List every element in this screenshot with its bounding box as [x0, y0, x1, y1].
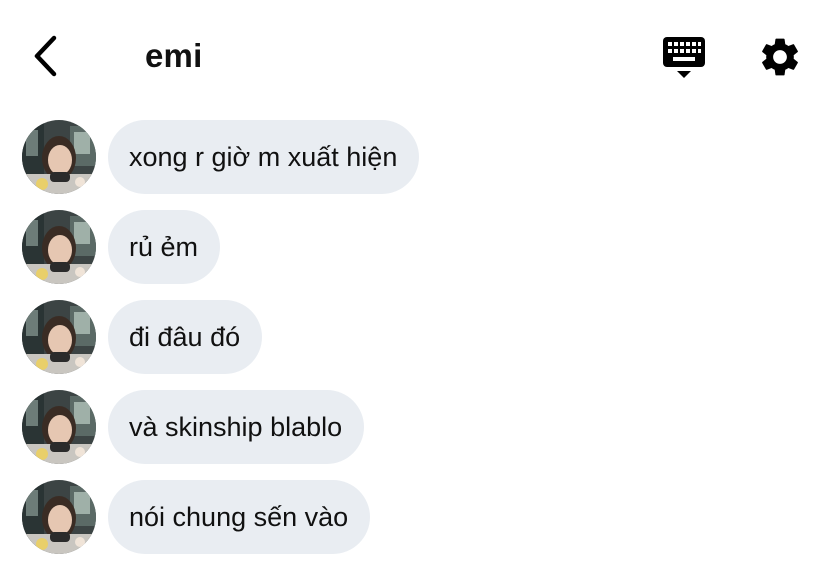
chevron-left-icon [34, 35, 57, 77]
avatar-photo [22, 480, 96, 554]
message-row: rủ ẻm [22, 209, 221, 285]
avatar[interactable] [22, 120, 96, 194]
message-bubble[interactable]: rủ ẻm [108, 210, 221, 284]
chat-title: emi [145, 37, 203, 74]
avatar-photo [22, 300, 96, 374]
message-row: nói chung sến vào [22, 479, 371, 555]
avatar-photo [22, 120, 96, 194]
avatar[interactable] [22, 210, 96, 284]
message-text: và skinship blablo [129, 412, 343, 442]
message-text: đi đâu đó [129, 322, 241, 352]
back-button[interactable] [22, 32, 68, 80]
message-text: xong r giờ m xuất hiện [129, 142, 398, 172]
message-bubble[interactable]: nói chung sến vào [108, 480, 371, 554]
message-text: rủ ẻm [129, 232, 199, 262]
avatar[interactable] [22, 480, 96, 554]
settings-button[interactable] [757, 34, 803, 80]
message-text: nói chung sến vào [129, 502, 349, 532]
chat-header: emi [0, 0, 828, 112]
chat-screen: emi xong r giờ m xuất hiện rủ ẻm đi đâu … [0, 0, 828, 574]
keyboard-button[interactable] [660, 34, 708, 82]
message-bubble[interactable]: xong r giờ m xuất hiện [108, 120, 420, 194]
gear-icon [762, 38, 798, 76]
avatar[interactable] [22, 300, 96, 374]
keyboard-icon [663, 37, 705, 78]
avatar-photo [22, 210, 96, 284]
avatar-photo [22, 390, 96, 464]
message-row: đi đâu đó [22, 299, 263, 375]
message-bubble[interactable]: đi đâu đó [108, 300, 263, 374]
message-row: xong r giờ m xuất hiện [22, 119, 420, 195]
message-row: và skinship blablo [22, 389, 365, 465]
message-bubble[interactable]: và skinship blablo [108, 390, 365, 464]
avatar[interactable] [22, 390, 96, 464]
